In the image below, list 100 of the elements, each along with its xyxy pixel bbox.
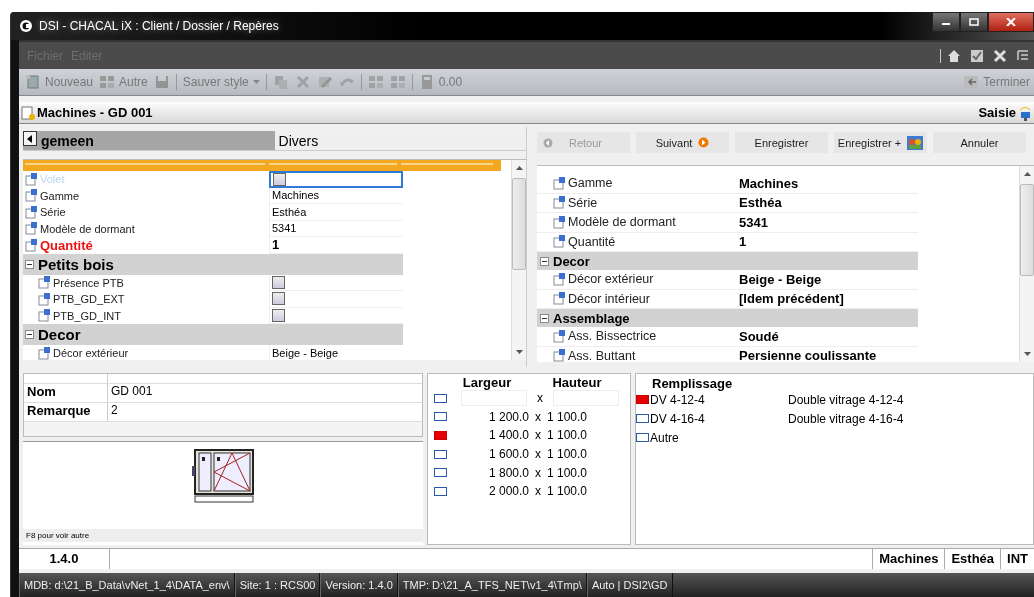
status-segment: Auto | DSI2\GD [586, 573, 673, 597]
status-segment: Site: 1 : RCS00 [234, 573, 321, 597]
group-header[interactable]: Decor [537, 252, 918, 270]
times-sign: x [534, 484, 542, 499]
scrollbar[interactable] [511, 160, 526, 360]
column-header: Remplissage [651, 376, 734, 390]
checkbox[interactable] [272, 292, 285, 306]
maximize-button[interactable] [960, 12, 988, 32]
collapse-icon[interactable] [25, 259, 34, 269]
times-sign: x [534, 409, 542, 424]
filling-description: Double vitrage 4-12-4 [788, 392, 904, 407]
property-icon [553, 176, 566, 190]
collapse-icon[interactable] [25, 330, 34, 339]
property-value: Persienne coulissante [739, 348, 877, 364]
scroll-left-button[interactable] [23, 131, 37, 146]
property-label: Présence PTB [53, 276, 124, 289]
down-arrow-icon [515, 350, 523, 354]
property-value: 1 [739, 234, 747, 250]
property-label: Quantité [568, 234, 616, 249]
scrollbar-thumb[interactable] [1020, 184, 1034, 276]
property-label: Série [40, 206, 66, 219]
property-value: Esthéa [739, 195, 782, 211]
property-icon [38, 276, 51, 290]
field-value[interactable]: GD 001 [108, 384, 422, 402]
tree-list-icon[interactable] [1016, 48, 1030, 63]
maximize-icon [969, 18, 979, 26]
group-header[interactable]: Petits bois [23, 253, 403, 275]
scrollbar[interactable] [1019, 166, 1034, 362]
grid-icon [99, 74, 116, 90]
width-value: 1 800.0 [487, 465, 529, 480]
times-sign: x [534, 428, 542, 443]
radio-marker[interactable] [434, 468, 447, 478]
checkbox[interactable] [272, 308, 285, 322]
home-icon[interactable] [947, 48, 961, 63]
property-value: 1 [272, 237, 280, 253]
status-segment: Version: 1.4.0 [320, 573, 398, 597]
checkbox-icon[interactable] [970, 48, 984, 63]
group-header[interactable]: Decor [23, 324, 403, 345]
property-label: Décor extérieur [568, 272, 654, 287]
property-label: Ass. Bissectrice [568, 329, 657, 344]
filling-code[interactable]: DV 4-16-4 [650, 411, 788, 426]
group-header[interactable]: Assemblage [537, 309, 918, 327]
property-label: Ass. Buttant [568, 348, 636, 363]
antenna-computer-icon [1018, 104, 1032, 121]
property-label: Volet [40, 173, 65, 186]
people-icon [907, 135, 924, 150]
property-value: [Idem précédent] [739, 291, 844, 307]
height-value: 1 100.0 [547, 484, 589, 499]
filling-code[interactable]: Autre [650, 430, 788, 445]
scrollbar-thumb[interactable] [512, 178, 526, 270]
radio-marker[interactable] [434, 412, 447, 422]
left-arrow-icon [27, 134, 33, 143]
tab[interactable]: gemeen [23, 131, 275, 151]
field-value[interactable]: 2 [108, 403, 422, 421]
height-value: 1 100.0 [547, 447, 589, 462]
property-label: Quantité [40, 237, 93, 253]
app-logo-icon [19, 19, 33, 33]
selected-marker[interactable] [636, 395, 649, 404]
property-icon [553, 292, 566, 306]
property-icon [553, 215, 566, 229]
close-button[interactable] [988, 12, 1034, 32]
property-label: PTB_GD_EXT [53, 293, 125, 306]
nav-button[interactable]: Enregistrer + [834, 132, 927, 153]
property-icon [553, 196, 566, 210]
radio-marker[interactable] [636, 414, 649, 423]
property-icon [553, 235, 566, 249]
nav-button[interactable]: Suivant [636, 132, 729, 153]
checkbox[interactable] [272, 275, 285, 289]
minimize-button[interactable] [932, 12, 960, 32]
window-frame-drawing [191, 448, 255, 504]
property-value: Machines [272, 189, 320, 202]
tools-icon[interactable] [993, 48, 1007, 63]
height-value: 1 100.0 [547, 465, 589, 480]
width-value: 1 600.0 [487, 447, 529, 462]
property-value: Esthéa [272, 205, 307, 218]
times-sign: x [536, 391, 544, 406]
property-value: Beige - Beige [272, 346, 339, 359]
width-value: 1 400.0 [487, 428, 529, 443]
property-icon [38, 309, 51, 323]
property-icon [553, 272, 566, 286]
collapse-icon[interactable] [540, 313, 549, 323]
selected-marker[interactable] [434, 431, 447, 440]
up-arrow-icon [515, 166, 523, 170]
nav-button[interactable]: Enregistrer [735, 132, 828, 153]
column-header: Hauteur [551, 374, 603, 390]
filling-code[interactable]: DV 4-12-4 [650, 392, 788, 407]
down-arrow-icon [1023, 352, 1031, 356]
property-value: Soudé [739, 328, 779, 344]
radio-marker[interactable] [636, 433, 649, 442]
radio-marker[interactable] [434, 449, 447, 459]
status-segment: TMP: D:\21_A_TFS_NET\v1_4\Tmp\ [397, 573, 587, 597]
radio-marker[interactable] [434, 486, 447, 496]
property-label: Gamme [40, 189, 80, 202]
nav-button[interactable]: Annuler [933, 132, 1026, 153]
up-arrow-icon [1023, 172, 1031, 176]
collapse-icon[interactable] [540, 256, 549, 266]
document-icon [21, 105, 35, 120]
height-value: 1 100.0 [547, 428, 589, 443]
property-label: Décor extérieur [53, 347, 129, 360]
radio-marker[interactable] [434, 393, 447, 403]
